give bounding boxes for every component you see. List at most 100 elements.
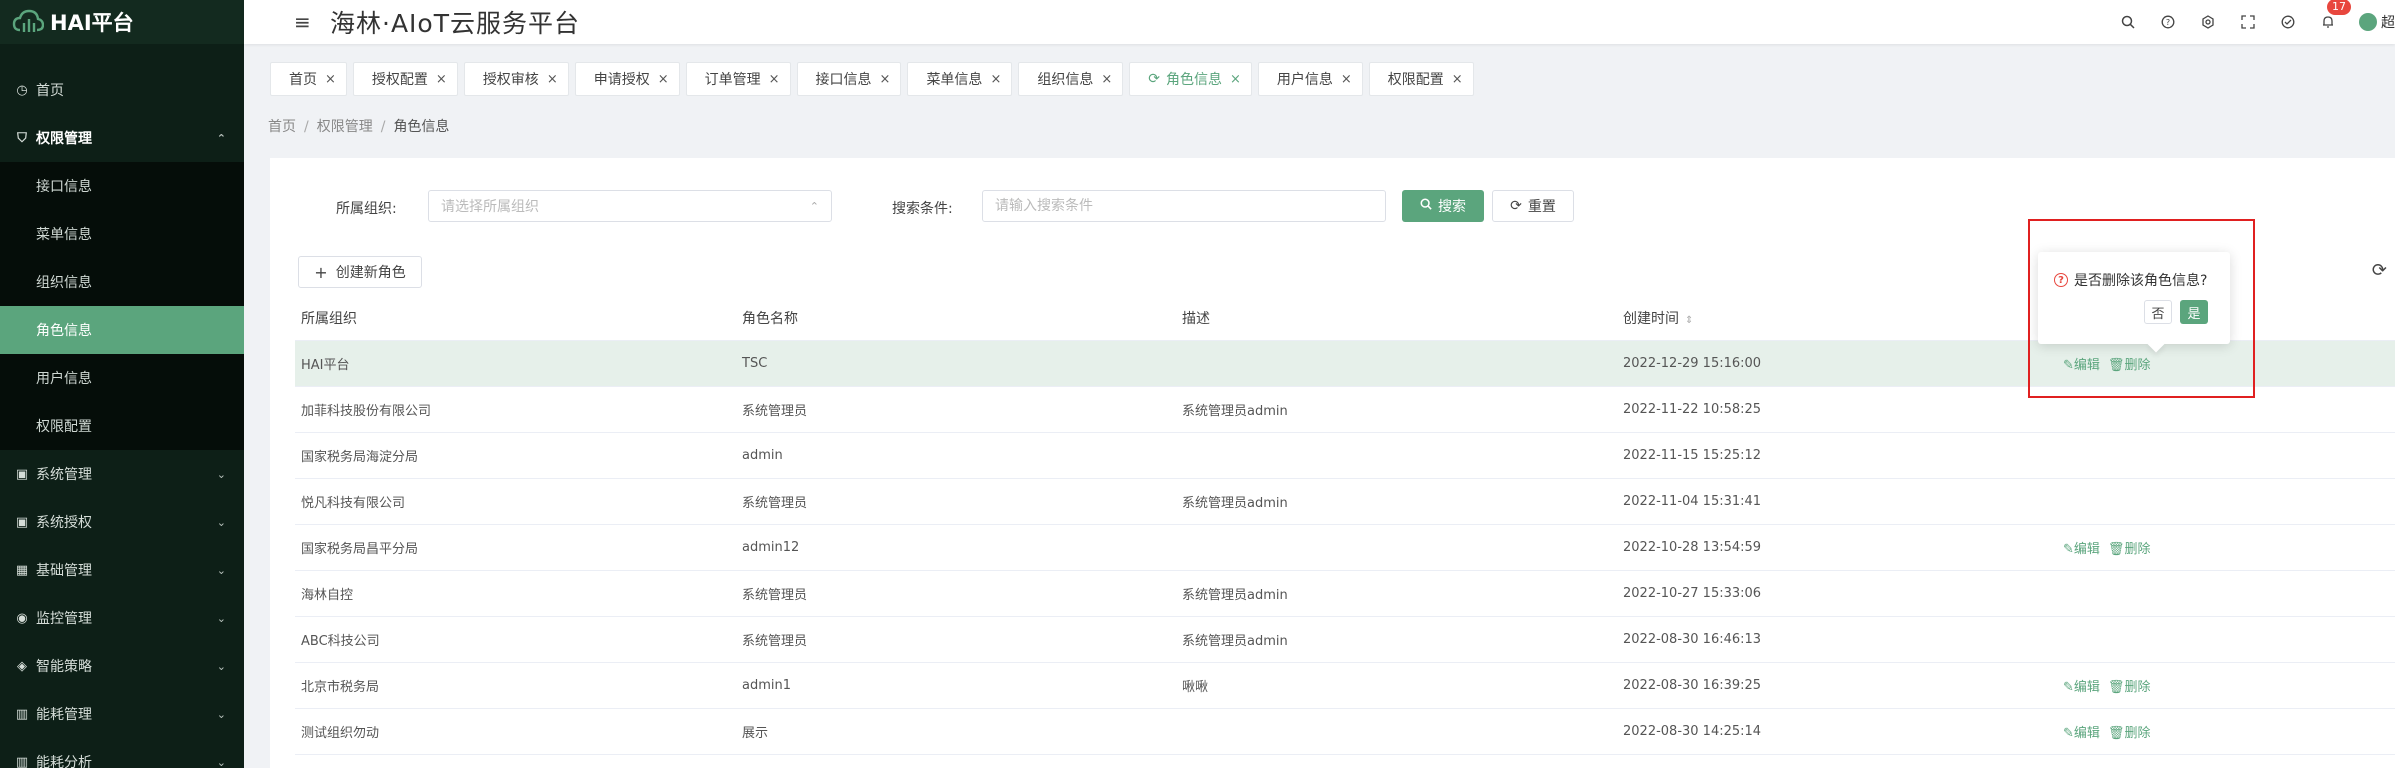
edit-button[interactable]: ✎编辑 bbox=[2063, 358, 2100, 373]
close-icon[interactable]: × bbox=[880, 72, 891, 87]
confirm-button[interactable]: 是 bbox=[2180, 300, 2208, 324]
menu-toggle-icon[interactable]: ≡ bbox=[294, 10, 314, 34]
tab-label: 用户信息 bbox=[1276, 72, 1333, 88]
delete-label: 删除 bbox=[2124, 542, 2151, 557]
table-row[interactable]: 测试组织勿动 展示 2022-08-30 14:25:14 ✎编辑 🗑︎删除 bbox=[295, 709, 2395, 755]
cell-time: 2022-08-30 16:39:25 bbox=[1623, 678, 1762, 693]
help-icon[interactable]: ? bbox=[2157, 11, 2179, 33]
tab-3[interactable]: 申请授权 × bbox=[574, 62, 680, 96]
sidebar-item-3[interactable]: ▣ 系统授权 ⌄ bbox=[0, 498, 244, 546]
reset-button[interactable]: ⟳ 重置 bbox=[1492, 190, 1574, 222]
sidebar-item-5[interactable]: ◉ 监控管理 ⌄ bbox=[0, 594, 244, 642]
trash-icon: 🗑︎ bbox=[2107, 726, 2125, 741]
tab-7[interactable]: 组织信息 × bbox=[1018, 62, 1124, 96]
tab-label: 权限配置 bbox=[1387, 72, 1444, 88]
tab-label: 接口信息 bbox=[815, 72, 872, 88]
close-icon[interactable]: × bbox=[325, 72, 336, 87]
tab-bar: 首页 × 授权配置 × 授权审核 × 申请授权 × 订单管理 × 接口信息 × 菜单信息 × 组织信息 × ⟳ 角… bbox=[244, 50, 2395, 100]
sidebar-subitem-2[interactable]: 组织信息 bbox=[0, 258, 244, 306]
table-row[interactable]: 悦凡科技有限公司 系统管理员 系统管理员admin 2022-11-04 15:31:… bbox=[295, 479, 2395, 525]
close-icon[interactable]: × bbox=[769, 72, 780, 87]
sidebar-item-0[interactable]: ◷ 首页 bbox=[0, 66, 244, 114]
tab-2[interactable]: 授权审核 × bbox=[463, 62, 569, 96]
tab-label: 首页 bbox=[289, 72, 317, 88]
tab-4[interactable]: 订单管理 × bbox=[685, 62, 791, 96]
sidebar-item-2[interactable]: ▣ 系统管理 ⌄ bbox=[0, 450, 244, 498]
sidebar-item-label: 首页 bbox=[36, 83, 64, 99]
header-time[interactable]: 创建时间 ⇕ bbox=[1617, 308, 2057, 328]
cell-desc: 系统管理员admin bbox=[1182, 588, 1288, 603]
cell-org: HAI平台 bbox=[301, 358, 350, 373]
tab-5[interactable]: 接口信息 × bbox=[796, 62, 902, 96]
theme-icon[interactable] bbox=[2277, 11, 2299, 33]
cell-org: 海林自控 bbox=[301, 588, 354, 603]
tab-10[interactable]: 权限配置 × bbox=[1368, 62, 1474, 96]
sidebar-item-1[interactable]: ⛉ 权限管理 ⌃ bbox=[0, 114, 244, 162]
delete-button[interactable]: 🗑︎删除 bbox=[2108, 542, 2151, 557]
close-icon[interactable]: × bbox=[658, 72, 669, 87]
tab-8[interactable]: ⟳ 角色信息 × bbox=[1129, 62, 1252, 96]
search-icon[interactable] bbox=[2117, 11, 2139, 33]
fullscreen-icon[interactable] bbox=[2237, 11, 2259, 33]
close-icon[interactable]: × bbox=[1341, 72, 1352, 87]
reset-button-label: 重置 bbox=[1527, 199, 1556, 215]
main-content: 所属组织: 请选择所属组织 ⌃ 搜索条件: 搜索 ⟳ 重置 + 创建新角色 ⟳ … bbox=[270, 158, 2395, 768]
org-select[interactable]: 请选择所属组织 ⌃ bbox=[428, 190, 832, 222]
bulb-icon: ◈ bbox=[17, 658, 27, 674]
close-icon[interactable]: × bbox=[1230, 72, 1241, 87]
breadcrumb-home[interactable]: 首页 bbox=[268, 119, 296, 135]
cell-org: 测试组织勿动 bbox=[301, 726, 380, 741]
cell-org: ABC科技公司 bbox=[301, 634, 380, 649]
search-input[interactable] bbox=[982, 190, 1386, 222]
cell-ops: ✎编辑 🗑︎删除 bbox=[2057, 676, 2357, 695]
sidebar-subitem-4[interactable]: 用户信息 bbox=[0, 354, 244, 402]
delete-button[interactable]: 🗑︎删除 bbox=[2108, 358, 2151, 373]
edit-button[interactable]: ✎编辑 bbox=[2063, 542, 2100, 557]
tab-6[interactable]: 菜单信息 × bbox=[907, 62, 1013, 96]
settings-icon[interactable] bbox=[2197, 11, 2219, 33]
edit-button[interactable]: ✎编辑 bbox=[2063, 726, 2100, 741]
close-icon[interactable]: × bbox=[1101, 72, 1112, 87]
chevron-down-icon: ⌄ bbox=[216, 611, 226, 625]
table-row[interactable]: 加菲科技股份有限公司 系统管理员 系统管理员admin 2022-11-22 10:5… bbox=[295, 387, 2395, 433]
cell-desc: 啾啾 bbox=[1182, 680, 1209, 695]
close-icon[interactable]: × bbox=[547, 72, 558, 87]
table-row[interactable]: 国家税务局海淀分局 admin 2022-11-15 15:25:12 bbox=[295, 433, 2395, 479]
sidebar-item-6[interactable]: ◈ 智能策略 ⌄ bbox=[0, 642, 244, 690]
delete-button[interactable]: 🗑︎删除 bbox=[2108, 680, 2151, 695]
cell-role: admin bbox=[742, 448, 783, 463]
table-row[interactable]: HAI平台 TSC 2022-12-29 15:16:00 ✎编辑 🗑︎删除 bbox=[295, 341, 2395, 387]
avatar[interactable] bbox=[2359, 13, 2377, 31]
breadcrumb-permission[interactable]: 权限管理 bbox=[317, 119, 373, 135]
sidebar-item-7[interactable]: ▥ 能耗管理 ⌄ bbox=[0, 690, 244, 738]
create-role-button[interactable]: + 创建新角色 bbox=[298, 256, 422, 288]
table-row[interactable]: 北京市税务局 admin1 啾啾 2022-08-30 16:39:25 ✎编辑 🗑︎删除 bbox=[295, 663, 2395, 709]
delete-button[interactable]: 🗑︎删除 bbox=[2108, 726, 2151, 741]
cell-org: 国家税务局海淀分局 bbox=[301, 450, 419, 465]
cancel-button[interactable]: 否 bbox=[2144, 300, 2172, 324]
table-row[interactable]: 海林自控 系统管理员 系统管理员admin 2022-10-27 15:33:06 bbox=[295, 571, 2395, 617]
table-row[interactable]: 国家税务局昌平分局 admin12 2022-10-28 13:54:59 ✎编辑 🗑︎… bbox=[295, 525, 2395, 571]
edit-button[interactable]: ✎编辑 bbox=[2063, 680, 2100, 695]
notification-bell-icon[interactable]: 17 bbox=[2317, 0, 2351, 33]
sidebar-item-8[interactable]: ▥ 能耗分析 ⌄ bbox=[0, 738, 244, 768]
tab-1[interactable]: 授权配置 × bbox=[352, 62, 458, 96]
sidebar-subitem-3[interactable]: 角色信息 bbox=[0, 306, 244, 354]
sidebar-subitem-5[interactable]: 权限配置 bbox=[0, 402, 244, 450]
brand-name: HAI平台 bbox=[50, 11, 134, 35]
tab-label: 组织信息 bbox=[1037, 72, 1094, 88]
table-refresh-icon[interactable]: ⟳ bbox=[2372, 260, 2387, 281]
user-name[interactable]: 超 bbox=[2381, 12, 2395, 32]
table-row[interactable]: ABC科技公司 系统管理员 系统管理员admin 2022-08-30 16:46:1… bbox=[295, 617, 2395, 663]
tab-label: 菜单信息 bbox=[926, 72, 983, 88]
search-button[interactable]: 搜索 bbox=[1402, 190, 1484, 222]
sort-icon[interactable]: ⇕ bbox=[1685, 315, 1693, 326]
sidebar-item-4[interactable]: ▦ 基础管理 ⌄ bbox=[0, 546, 244, 594]
tab-0[interactable]: 首页 × bbox=[270, 62, 347, 96]
sidebar-subitem-1[interactable]: 菜单信息 bbox=[0, 210, 244, 258]
tab-9[interactable]: 用户信息 × bbox=[1257, 62, 1363, 96]
close-icon[interactable]: × bbox=[1452, 72, 1463, 87]
close-icon[interactable]: × bbox=[436, 72, 447, 87]
sidebar-subitem-0[interactable]: 接口信息 bbox=[0, 162, 244, 210]
close-icon[interactable]: × bbox=[990, 72, 1001, 87]
